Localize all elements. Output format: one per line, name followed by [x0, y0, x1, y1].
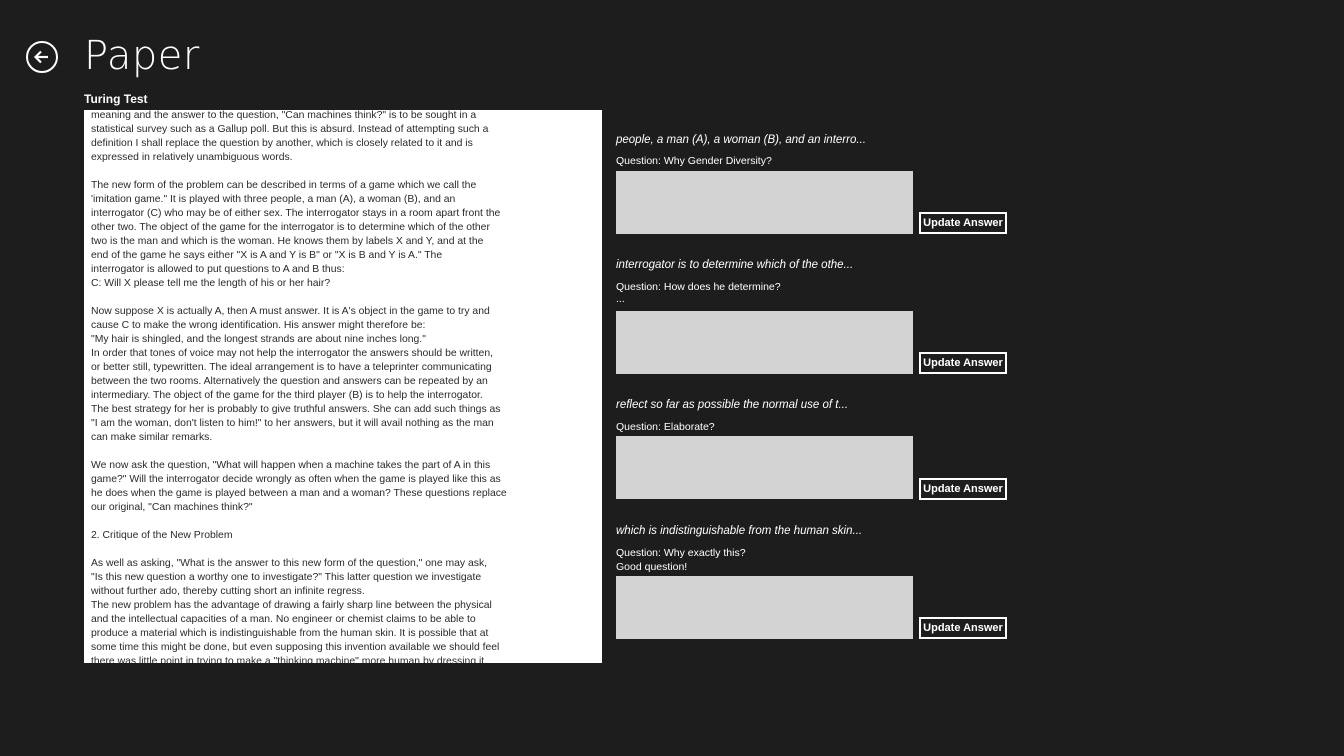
app-page: Paper Turing Test meaning and the answer… — [0, 0, 1344, 756]
answer-input[interactable] — [616, 576, 913, 639]
annotation-quote: people, a man (A), a woman (B), and an i… — [616, 134, 866, 146]
annotation-card: which is indistinguishable from the huma… — [616, 524, 1036, 639]
annotation-question: Question: How does he determine? — [616, 281, 781, 293]
annotation-question: Question: Elaborate? — [616, 421, 715, 433]
annotation-question: Question: Why Gender Diversity? — [616, 155, 772, 167]
document-viewer[interactable]: meaning and the answer to the question, … — [84, 110, 602, 663]
annotation-quote: reflect so far as possible the normal us… — [616, 399, 849, 411]
update-answer-button[interactable]: Update Answer — [919, 617, 1007, 639]
update-answer-button[interactable]: Update Answer — [919, 478, 1007, 500]
annotation-card: people, a man (A), a woman (B), and an i… — [616, 133, 1036, 234]
answer-input[interactable] — [616, 436, 913, 499]
previous-answer: Good question! — [616, 561, 688, 573]
back-arrow-icon — [33, 50, 48, 64]
document-text: meaning and the answer to the question, … — [91, 110, 507, 663]
answer-input[interactable] — [616, 311, 913, 374]
back-button[interactable] — [26, 41, 58, 73]
annotation-quote: which is indistinguishable from the huma… — [616, 525, 863, 537]
previous-answer: ... — [616, 293, 625, 305]
update-answer-button[interactable]: Update Answer — [919, 212, 1007, 234]
page-title: Paper — [84, 33, 200, 79]
update-answer-button[interactable]: Update Answer — [919, 352, 1007, 374]
answer-input[interactable] — [616, 171, 913, 234]
annotation-card: reflect so far as possible the normal us… — [616, 398, 1036, 500]
document-title: Turing Test — [84, 92, 148, 106]
annotation-card: interrogator is to determine which of th… — [616, 258, 1036, 374]
annotation-quote: interrogator is to determine which of th… — [616, 259, 854, 271]
annotation-question: Question: Why exactly this? — [616, 547, 746, 559]
